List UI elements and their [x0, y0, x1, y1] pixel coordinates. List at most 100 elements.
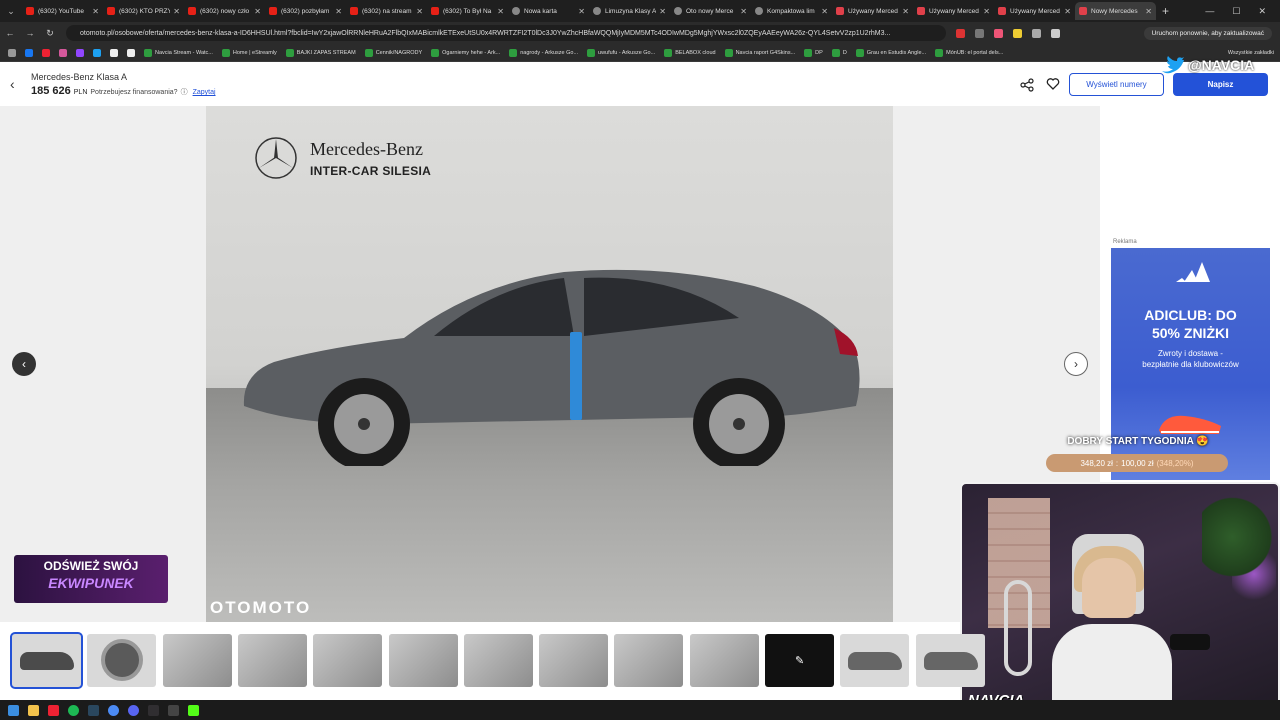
browser-tab[interactable]: (6302) To Był Na ✕	[427, 2, 508, 20]
extension-icon[interactable]	[956, 28, 965, 38]
close-tab-icon[interactable]: ✕	[1064, 7, 1071, 16]
puzzle-icon[interactable]	[1051, 28, 1060, 38]
maximize-icon[interactable]: ☐	[1232, 6, 1240, 17]
discord-icon[interactable]	[128, 704, 139, 716]
bookmark-item[interactable]: DP	[804, 48, 823, 57]
restart-update-button[interactable]: Uruchom ponownie, aby zaktualizować	[1143, 26, 1272, 40]
next-photo-button[interactable]: ›	[1064, 352, 1088, 376]
listing-header: ‹ Mercedes-Benz Klasa A 185 626 PLN Potr…	[0, 62, 1280, 106]
close-tab-icon[interactable]: ✕	[902, 7, 909, 16]
globe-icon	[674, 7, 682, 15]
kick-icon[interactable]	[188, 704, 199, 716]
thumbnail-car-side[interactable]	[10, 632, 83, 689]
thumbnail-interior-door[interactable]	[162, 634, 232, 687]
tiktok-icon[interactable]	[127, 48, 135, 57]
spotify-icon[interactable]	[68, 704, 79, 716]
facebook-icon[interactable]	[25, 48, 33, 57]
close-tab-icon[interactable]: ✕	[983, 7, 990, 16]
windows-start-icon[interactable]	[8, 704, 19, 716]
browser-tab[interactable]: (6302) nowy czło ✕	[184, 2, 265, 20]
youtube-icon[interactable]	[42, 48, 50, 57]
bookmark-item[interactable]: BAJKI ZAPAS STREAM	[285, 48, 356, 57]
bookmark-item[interactable]: uwufufu - Arkusze Go...	[587, 48, 655, 57]
terminal-icon[interactable]	[168, 704, 179, 716]
thumbnail-dashboard[interactable]	[388, 634, 458, 687]
prev-photo-button[interactable]: ‹	[12, 352, 36, 376]
close-tab-icon[interactable]: ✕	[740, 7, 747, 16]
close-tab-icon[interactable]: ✕	[335, 7, 342, 16]
browser-tab[interactable]: Kompaktowa lim ✕	[751, 2, 832, 20]
share-icon[interactable]	[1020, 78, 1034, 92]
close-tab-icon[interactable]: ✕	[92, 7, 99, 16]
close-tab-icon[interactable]: ✕	[1145, 7, 1152, 16]
back-icon[interactable]: ←	[0, 28, 20, 38]
close-tab-icon[interactable]: ✕	[173, 7, 180, 16]
bookmark-item[interactable]: Ogarniemy hehe - Ark...	[431, 48, 500, 57]
steam-icon[interactable]	[88, 704, 99, 716]
back-arrow-icon[interactable]: ‹	[10, 76, 15, 92]
thumbnail-seats-front[interactable]	[237, 634, 307, 687]
info-icon[interactable]: ⓘ	[181, 87, 188, 97]
thumbnail-wheel[interactable]	[87, 634, 157, 687]
browser-tab[interactable]: (6302) KTO PRZY ✕	[103, 2, 184, 20]
file-explorer-icon[interactable]	[28, 704, 39, 716]
bookmark-item[interactable]: BELABOX cloud	[664, 48, 716, 57]
forward-icon[interactable]: →	[20, 28, 40, 38]
twitch-icon[interactable]	[76, 48, 84, 57]
twitter-icon[interactable]	[93, 48, 101, 57]
x-icon[interactable]	[110, 48, 118, 57]
thumbnail-car-rear[interactable]	[915, 634, 985, 687]
close-tab-icon[interactable]: ✕	[578, 7, 585, 16]
bookmark-item[interactable]: D	[831, 48, 847, 57]
main-photo[interactable]: Mercedes-Benz INTER-CAR SILESIA OTOMOTO	[206, 106, 893, 622]
thumbnail-roof[interactable]	[539, 634, 609, 687]
extension-icon[interactable]	[975, 28, 984, 38]
bookmark-item[interactable]: Cennik/NAGRODY	[364, 48, 422, 57]
reload-icon[interactable]: ↻	[40, 28, 60, 39]
browser-tab[interactable]: Oto nowy Merce ✕	[670, 2, 751, 20]
chrome-icon[interactable]	[108, 704, 119, 716]
extension-icon[interactable]	[1032, 28, 1041, 38]
bookmark-item[interactable]: Home | eStreamly	[221, 48, 277, 57]
browser-tab[interactable]: Używany Merced ✕	[832, 2, 913, 20]
browser-tab[interactable]: Używany Merced ✕	[913, 2, 994, 20]
bookmark-item[interactable]: Navcia raport G4Skins...	[724, 48, 795, 57]
browser-tab[interactable]: (6302) pozbyłam ✕	[265, 2, 346, 20]
thumbnail-steering-wheel[interactable]	[463, 634, 533, 687]
thumbnail-car-front[interactable]	[840, 634, 910, 687]
browser-tab[interactable]: Limuzyna Klasy A ✕	[589, 2, 670, 20]
opera-icon[interactable]	[48, 704, 59, 716]
obs-icon[interactable]	[148, 704, 159, 716]
thumbnail-seats-detail[interactable]	[313, 634, 383, 687]
close-tab-icon[interactable]: ✕	[497, 7, 504, 16]
tab-search-icon[interactable]: ⌄	[0, 0, 22, 22]
apps-icon[interactable]	[8, 48, 16, 57]
bookmark-item[interactable]: Grau en Estudis Angle...	[855, 48, 926, 57]
extension-icon[interactable]	[994, 28, 1003, 38]
url-field[interactable]: otomoto.pl/osobowe/oferta/mercedes-benz-…	[66, 25, 946, 41]
new-tab-button[interactable]: +	[1162, 4, 1169, 18]
close-tab-icon[interactable]: ✕	[254, 7, 261, 16]
browser-tab[interactable]: (6302) na stream ✕	[346, 2, 427, 20]
thumbnail-edit[interactable]: ✎	[765, 634, 834, 687]
thumbnail-rear-seats[interactable]	[614, 634, 684, 687]
browser-tab[interactable]: Nowy Mercedes ✕	[1075, 2, 1156, 20]
close-tab-icon[interactable]: ✕	[821, 7, 828, 16]
bookmark-item[interactable]: Navcia Stream - Watc...	[144, 48, 213, 57]
write-button[interactable]: Napisz	[1173, 73, 1268, 96]
bookmark-item[interactable]: MónUB: el portal dels...	[935, 48, 1003, 57]
bookmark-item[interactable]: nagrody - Arkusze Go...	[509, 48, 578, 57]
show-numbers-button[interactable]: Wyświetl numery	[1069, 73, 1164, 96]
instagram-icon[interactable]	[59, 48, 67, 57]
close-tab-icon[interactable]: ✕	[416, 7, 423, 16]
ask-link[interactable]: Zapytaj	[193, 89, 216, 96]
extension-icon[interactable]	[1013, 28, 1022, 38]
minimize-icon[interactable]: —	[1205, 6, 1214, 17]
browser-tab[interactable]: (6302) YouTube ✕	[22, 2, 103, 20]
thumbnail-trunk[interactable]	[689, 634, 759, 687]
browser-tab[interactable]: Używany Merced ✕	[994, 2, 1075, 20]
heart-icon[interactable]	[1046, 77, 1060, 91]
close-window-icon[interactable]: ✕	[1258, 6, 1266, 17]
close-tab-icon[interactable]: ✕	[659, 7, 666, 16]
browser-tab[interactable]: Nowa karta ✕	[508, 2, 589, 20]
